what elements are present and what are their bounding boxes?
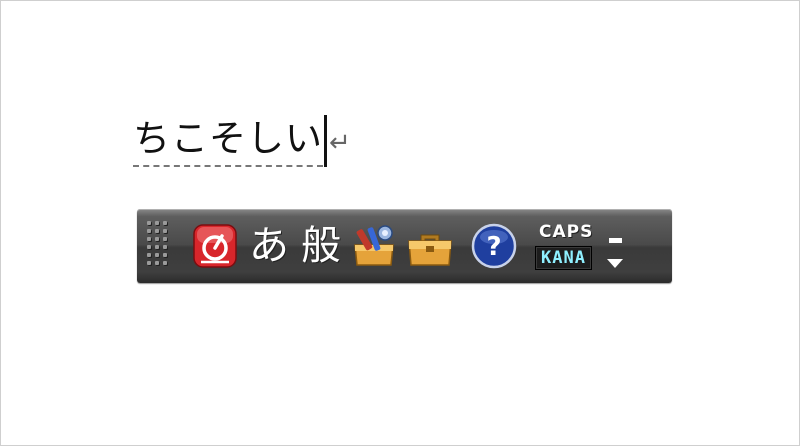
ime-logo-icon[interactable] <box>191 222 239 270</box>
toolbox-tools-icon[interactable] <box>349 221 399 271</box>
help-icon[interactable]: ? <box>471 223 517 269</box>
input-mode-button[interactable]: あ <box>249 221 289 271</box>
minimize-icon[interactable] <box>608 238 622 243</box>
composition-text: ちこそしい <box>133 115 323 167</box>
text-caret <box>324 115 327 167</box>
kana-lock-indicator[interactable]: KANA <box>535 246 592 270</box>
composition-area[interactable]: ちこそしい ↵ <box>133 113 351 169</box>
toolbox-icon[interactable] <box>403 221 457 271</box>
options-arrow-icon[interactable] <box>607 259 624 268</box>
help-glyph: ? <box>486 232 501 262</box>
lock-status-group: CAPS KANA <box>535 222 593 270</box>
document-area[interactable]: ちこそしい ↵ あ 般 ? CAPS KANA <box>0 0 800 446</box>
caps-lock-indicator[interactable]: CAPS <box>535 222 593 242</box>
ime-language-bar: あ 般 ? CAPS KANA <box>137 209 672 283</box>
bar-controls <box>607 224 624 268</box>
dictionary-mode-button[interactable]: 般 <box>301 221 341 271</box>
drag-grip-handle[interactable] <box>147 221 173 271</box>
return-mark-icon: ↵ <box>329 128 351 158</box>
